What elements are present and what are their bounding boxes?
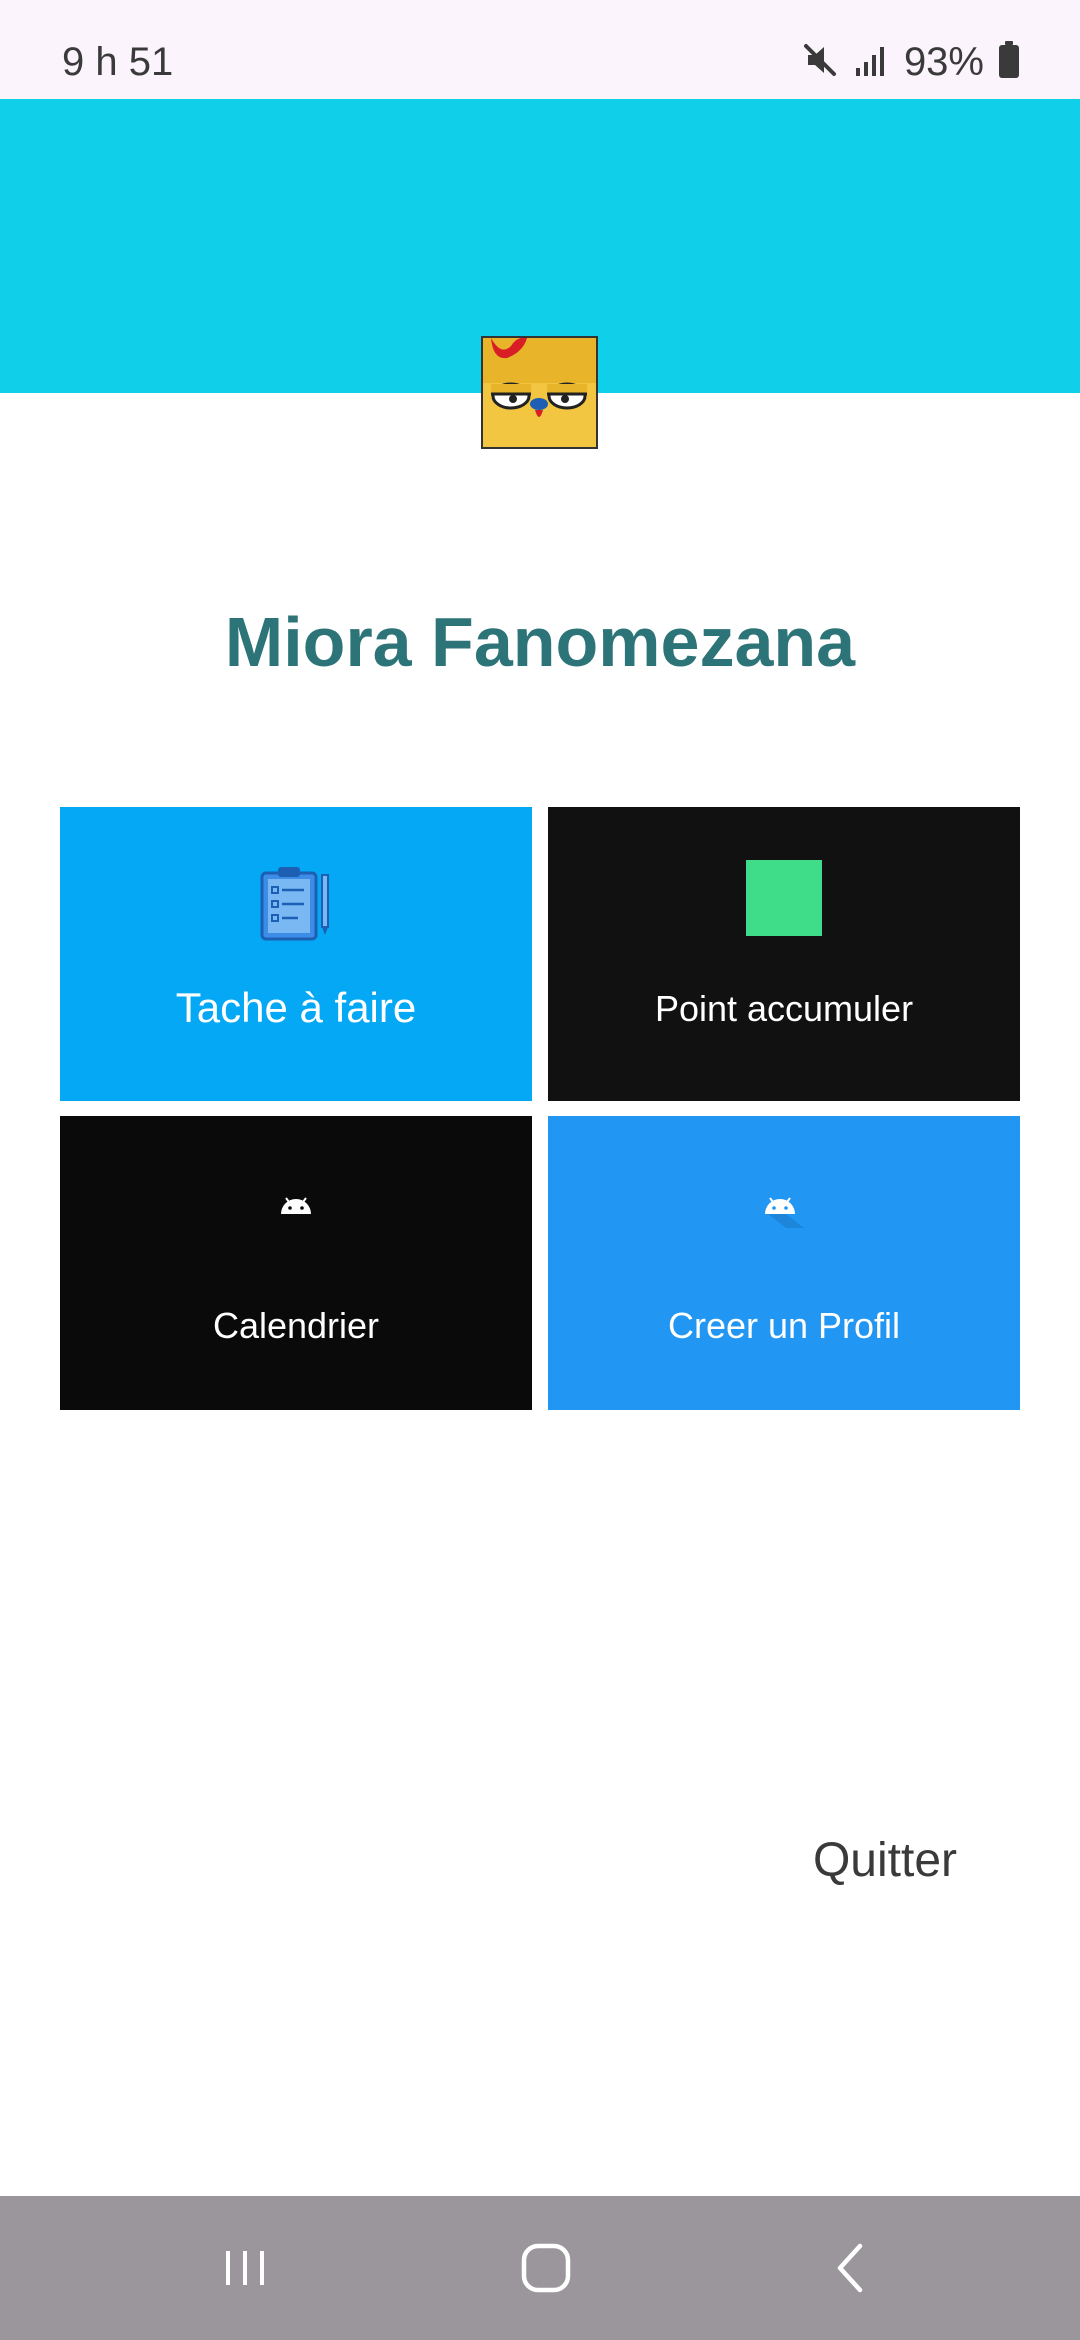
tasks-tile-label: Tache à faire (175, 984, 417, 1031)
system-navigation-bar (0, 2196, 1080, 2340)
battery-icon (998, 40, 1020, 84)
quit-button[interactable]: Quitter (780, 1826, 990, 1896)
calendar-tile-label: Calendrier (212, 1305, 380, 1346)
status-time: 9 h 51 (62, 40, 174, 84)
home-icon[interactable] (456, 2196, 636, 2340)
green-square-icon (746, 860, 822, 941)
chicken-avatar-icon (481, 336, 598, 449)
battery-percent: 93% (903, 40, 984, 84)
android-icon (764, 1195, 804, 1234)
status-bar: 9 h 51 93% (0, 0, 1080, 99)
tasks-tile-button[interactable]: Tache à faire (60, 807, 532, 1101)
clipboard-icon (258, 865, 334, 948)
create-profile-tile-label: Creer un Profil (667, 1305, 901, 1346)
points-tile-button[interactable]: Point accumuler (548, 807, 1020, 1101)
signal-icon (854, 42, 890, 83)
create-profile-tile-button[interactable]: Creer un Profil (548, 1116, 1020, 1410)
mute-icon (800, 40, 840, 85)
user-name-title: Miora Fanomezana (224, 603, 856, 681)
status-indicators: 93% (800, 38, 1020, 86)
recent-apps-icon[interactable] (155, 2196, 335, 2340)
calendar-tile-button[interactable]: Calendrier (60, 1116, 532, 1410)
back-icon[interactable] (760, 2196, 940, 2340)
android-icon (280, 1195, 312, 1220)
points-tile-label: Point accumuler (654, 988, 914, 1029)
app-screen: 9 h 51 93% Miora Fanomezana Tache à fair… (0, 0, 1080, 2340)
